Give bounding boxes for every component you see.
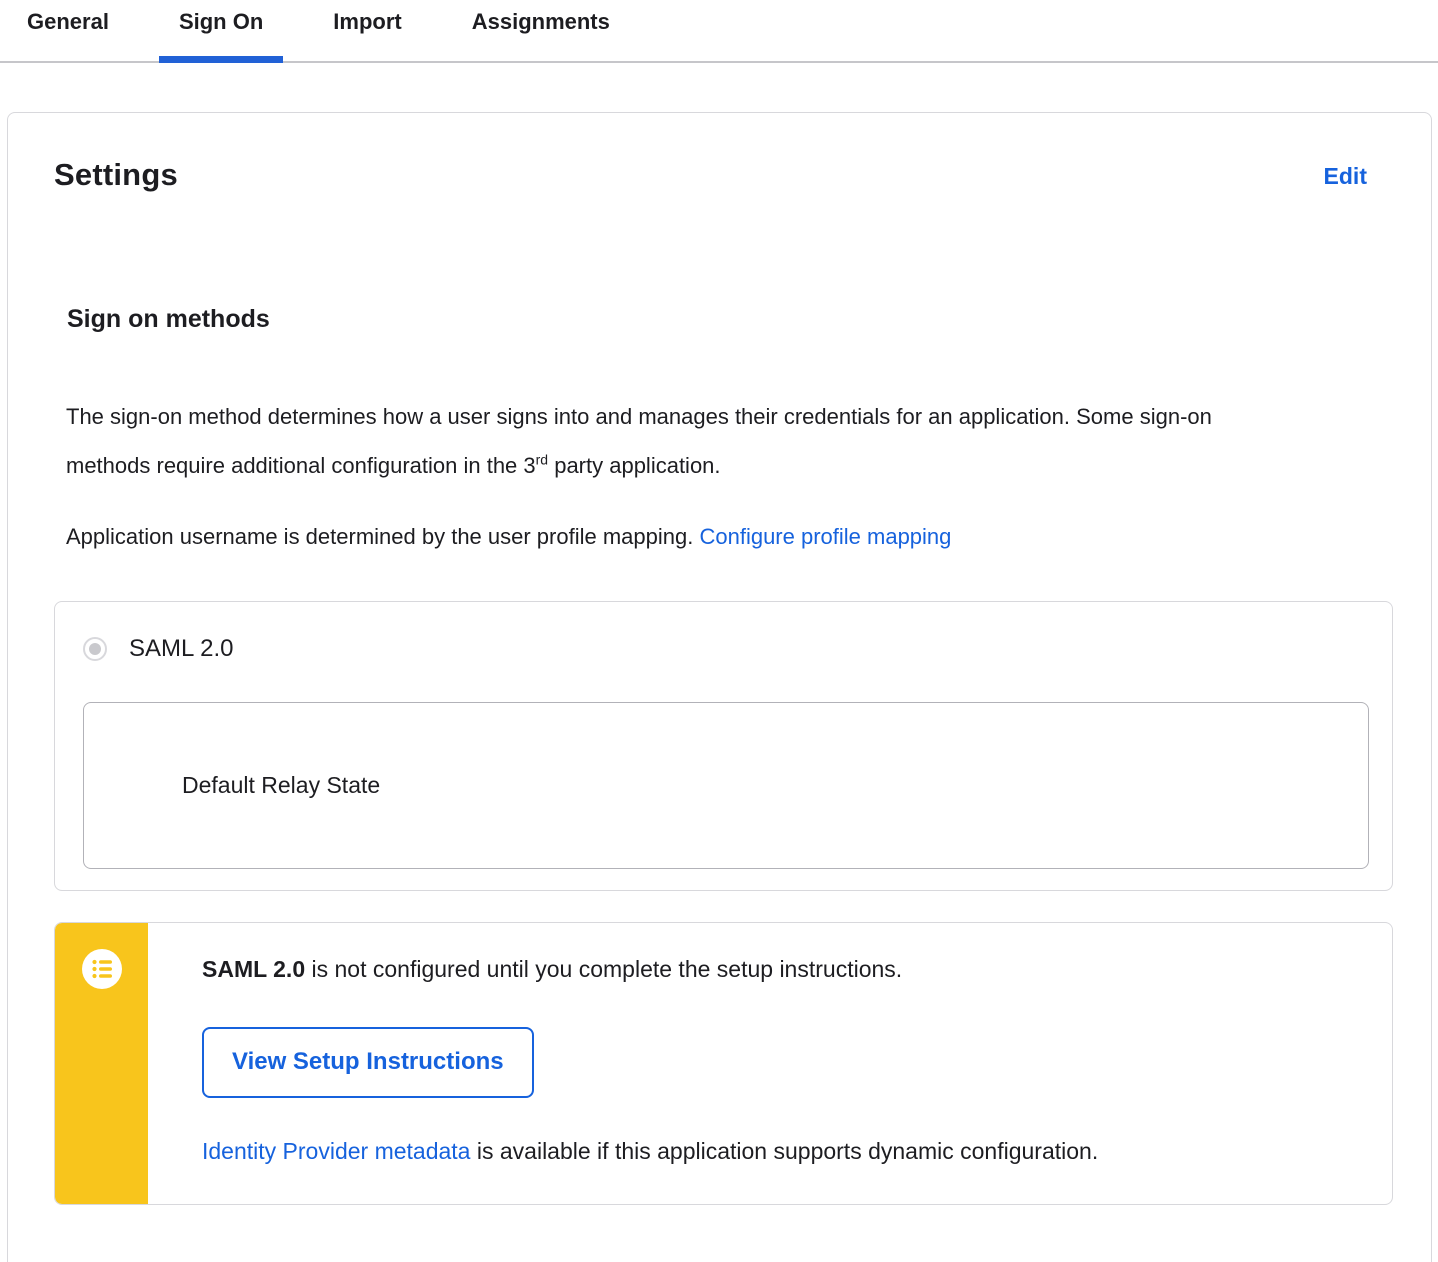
- callout-footer-rest: is available if this application support…: [470, 1138, 1099, 1164]
- username-mapping-paragraph: Application username is determined by th…: [66, 512, 1231, 561]
- sign-on-methods-description: The sign-on method determines how a user…: [66, 392, 1231, 490]
- view-setup-instructions-button[interactable]: View Setup Instructions: [202, 1027, 534, 1098]
- default-relay-state-box: Default Relay State: [83, 702, 1369, 869]
- settings-card-header: Settings Edit: [8, 113, 1431, 193]
- callout-message: SAML 2.0 is not configured until you com…: [202, 956, 1352, 983]
- edit-link[interactable]: Edit: [1324, 163, 1367, 190]
- list-icon: [81, 949, 122, 989]
- callout-message-rest: is not configured until you complete the…: [305, 956, 903, 982]
- saml-radio[interactable]: [83, 637, 107, 661]
- callout-warning-strip: [55, 923, 148, 1204]
- default-relay-state-label: Default Relay State: [182, 772, 381, 798]
- tab-assignments[interactable]: Assignments: [452, 0, 630, 61]
- saml-radio-row: SAML 2.0: [83, 635, 1392, 663]
- configure-profile-mapping-link[interactable]: Configure profile mapping: [699, 524, 951, 549]
- tab-import[interactable]: Import: [313, 0, 421, 61]
- tab-general[interactable]: General: [7, 0, 129, 61]
- callout-footer: Identity Provider metadata is available …: [202, 1138, 1352, 1165]
- sign-on-methods-heading: Sign on methods: [67, 305, 270, 333]
- settings-card: Settings Edit Sign on methods The sign-o…: [7, 112, 1432, 1262]
- saml-panel: SAML 2.0 Default Relay State: [54, 601, 1393, 891]
- saml-radio-label: SAML 2.0: [129, 635, 234, 662]
- username-mapping-text: Application username is determined by th…: [66, 524, 700, 549]
- identity-provider-metadata-link[interactable]: Identity Provider metadata: [202, 1138, 470, 1164]
- callout-message-bold: SAML 2.0: [202, 956, 306, 982]
- description-superscript: rd: [535, 451, 549, 468]
- description-text-tail: party application.: [548, 453, 721, 478]
- tab-sign-on[interactable]: Sign On: [158, 0, 284, 63]
- app-tabs: General Sign On Import Assignments: [0, 0, 1438, 63]
- saml-setup-callout: SAML 2.0 is not configured until you com…: [54, 922, 1393, 1205]
- callout-body: SAML 2.0 is not configured until you com…: [148, 923, 1392, 1204]
- page-title: Settings: [54, 157, 178, 192]
